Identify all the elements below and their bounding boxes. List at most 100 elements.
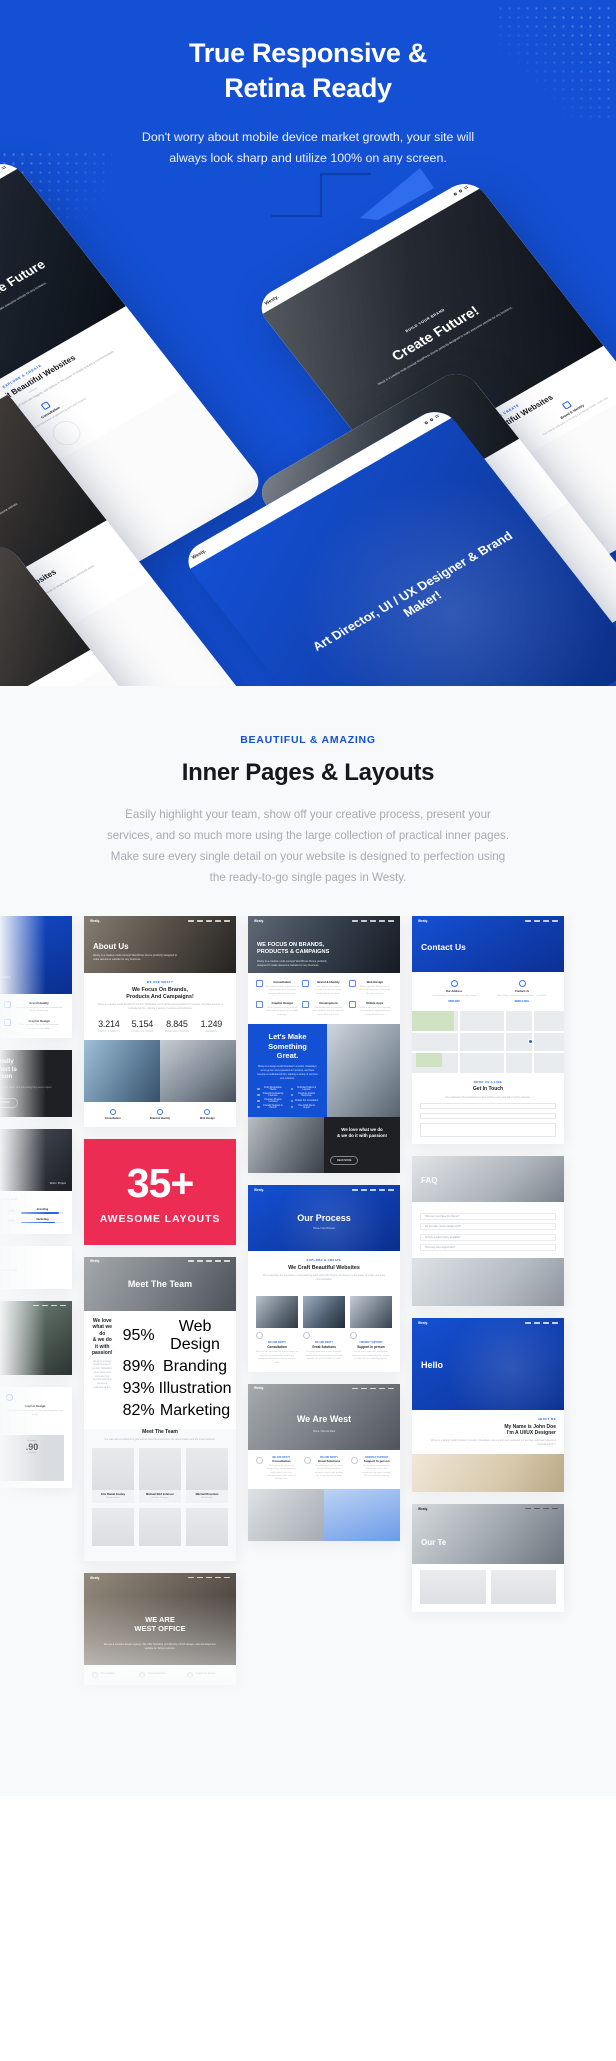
form-input-email[interactable] [420, 1113, 556, 1120]
support-title-line1: Friendly [0, 1059, 14, 1066]
shot-friendly-support[interactable]: Friendly Support Is Person What we under… [0, 1050, 72, 1118]
team-member[interactable] [139, 1508, 181, 1547]
shot-awesome-layouts[interactable]: 35+ AWESOME LAYOUTS [84, 1138, 236, 1245]
map-pin-icon[interactable] [528, 1038, 533, 1044]
read-more-button[interactable]: READ MORE [330, 1156, 359, 1166]
contact-link[interactable]: VIEW MAP [420, 1001, 488, 1003]
hero-title-line-1: True Responsive & [189, 38, 427, 68]
shot-nav[interactable] [33, 1304, 66, 1307]
faq-item[interactable]: Is there a refund policy available? [420, 1233, 556, 1241]
cart-icon[interactable] [458, 189, 463, 193]
shot-pride[interactable]: We Do It With Pride! We Do It With Pride… [0, 1246, 72, 1290]
shot-contact-us[interactable]: Westy. Contact Us Our Address Lorem Buil… [412, 916, 564, 1145]
team-member[interactable]: Michael Bird Johnson Graphic Designer [139, 1448, 181, 1504]
shot-faq[interactable]: FAQ How can I purchase this theme? Do yo… [412, 1156, 564, 1307]
form-textarea-message[interactable] [420, 1123, 556, 1138]
service-item[interactable]: WE ARE WESTY Consultation We let all we … [256, 1456, 297, 1482]
service-item[interactable]: Brand & Identity Your step by step guide… [302, 980, 344, 996]
service-title: Development [319, 1001, 338, 1006]
feature-item: One Click Demo Import [291, 1105, 319, 1109]
service-item[interactable]: Graphic Design What separates Westy from… [256, 1001, 298, 1017]
process-step[interactable]: WE ARE WESTY Consultation We let all we … [256, 1296, 298, 1365]
service-item[interactable]: Mobile Apps Create a new look with aweso… [348, 1001, 391, 1017]
service-item[interactable]: Graphic Design What separates Westy from… [4, 1018, 64, 1032]
shot-west-agency[interactable]: WEST AGENCY Westy is a creative multi-co… [0, 916, 72, 1039]
contact-link[interactable]: SEND A MAIL [488, 1001, 556, 1003]
shot-about-us[interactable]: Westy. About Us Westy is a creative mult… [84, 916, 236, 1127]
contact-item[interactable]: Our Address Lorem Building, 2 Rusted St,… [420, 980, 488, 1003]
shot-we-focus-on-brands[interactable]: Westy. WE FOCUS ON BRANDS, PRODUCTS & CA… [248, 916, 400, 1174]
shot-nav[interactable] [525, 1507, 558, 1510]
shot-we-are-west[interactable]: Westy. We Are West Home / We Are West WE… [248, 1383, 400, 1541]
shot-nav[interactable] [525, 920, 558, 922]
shot-nav[interactable] [188, 1260, 230, 1262]
service-item[interactable]: Support In person [186, 1672, 228, 1679]
service-item[interactable]: Brand Identity Your step by step guide t… [4, 1001, 64, 1014]
menu-icon[interactable] [434, 414, 440, 419]
counter-item: 1.249 AWARDS [201, 1019, 223, 1033]
shot-breadcrumb: Home / Our Process [313, 1227, 335, 1231]
shot-workspace[interactable]: Westy. [0, 1301, 72, 1376]
cta-title-line2: Something [268, 1041, 307, 1051]
feature-item: Unlimited Colors & Layouts [291, 1087, 319, 1091]
service-item[interactable]: Great Solutions [139, 1672, 180, 1679]
service-item[interactable]: Graphic Design What separates Westy from… [6, 1394, 64, 1417]
hero-section: True Responsive & Retina Ready Don't wor… [0, 0, 616, 686]
shot-nav[interactable] [352, 920, 394, 922]
section-description-line-3: Make sure every single detail on your we… [110, 850, 506, 864]
shot-hero: Westy. About Us Westy is a creative mult… [84, 916, 236, 974]
team-member[interactable]: Mitchell Roseman Art Director [186, 1448, 228, 1504]
faq-item[interactable]: How can I purchase this theme? [420, 1212, 556, 1220]
faq-item[interactable]: How long does support last? [420, 1244, 556, 1252]
team-member[interactable]: Kris Daniel Gooley Brand Leader [92, 1448, 134, 1504]
team-member[interactable] [92, 1508, 134, 1547]
service-desc: What separates Westy from all other web … [19, 1024, 59, 1030]
service-desc: Your step by step guide to creating a pr… [314, 985, 343, 995]
service-item[interactable]: Web Design [187, 1108, 228, 1120]
service-item[interactable]: Brand & Identity [139, 1108, 180, 1120]
process-step[interactable]: FRIENDLY SUPPORT Support In person It's … [350, 1296, 392, 1365]
layouts-caption: AWESOME LAYOUTS [99, 1212, 221, 1225]
menu-icon[interactable] [463, 185, 469, 191]
shot-we-are-west-office[interactable]: Westy. WE ARE WEST OFFICE We are a creat… [84, 1573, 236, 1686]
search-icon[interactable] [453, 192, 458, 196]
shot-services-icons[interactable]: Web Design What separates Westy from all… [0, 1387, 72, 1489]
service-item[interactable]: Consultation [92, 1672, 133, 1679]
service-item[interactable]: Consultation We understand the importanc… [256, 980, 298, 996]
shot-our-team[interactable]: Westy. Our Te [412, 1504, 564, 1613]
heading-line1: We love what we do [341, 1127, 383, 1133]
service-item[interactable]: Web Design What separates Westy from all… [348, 980, 391, 996]
shot-nav[interactable] [188, 920, 230, 922]
shot-nav[interactable] [188, 1576, 230, 1579]
cart-icon[interactable] [429, 417, 434, 422]
shot-nav[interactable] [352, 1387, 394, 1390]
team-member[interactable] [490, 1570, 556, 1605]
device-home-button[interactable] [46, 415, 86, 450]
faq-item[interactable]: Do you offer custom design work? [420, 1223, 556, 1231]
form-input-name[interactable] [420, 1103, 556, 1110]
team-member[interactable] [420, 1570, 486, 1605]
service-item[interactable]: Development We develop and we innovate n… [302, 1001, 344, 1017]
read-more-button[interactable]: READ MORE [0, 1097, 18, 1108]
map-green-area [412, 1010, 454, 1033]
skill-value: 80% [8, 1218, 15, 1223]
shot-portfolio[interactable]: Work / Project Westy is a design studio … [0, 1129, 72, 1235]
shot-meet-the-team[interactable]: Westy. Meet The Team We love what we do … [84, 1256, 236, 1562]
contact-map[interactable] [412, 1010, 564, 1073]
service-item[interactable]: WE ARE WESTY Great Solutions Providing g… [303, 1456, 345, 1482]
shot-nav[interactable] [525, 1322, 558, 1324]
team-member[interactable] [186, 1508, 228, 1547]
service-item[interactable]: Consultation [92, 1108, 133, 1120]
cta-title-line3: Great. [276, 1050, 299, 1060]
contact-item[interactable]: Contact Us Main Office : hello@westy.com… [488, 980, 556, 1003]
cart-icon[interactable] [0, 169, 1, 174]
shot-hello[interactable]: Westy. Hello ABOUT ME My Name is John Do… [412, 1318, 564, 1493]
search-icon[interactable] [424, 420, 429, 425]
shot-nav[interactable] [352, 1188, 394, 1191]
shot-our-process[interactable]: Westy. Our Process Home / Our Process EX… [248, 1185, 400, 1372]
shot-body: WE ARE WESTY We Focus On Brands, Product… [84, 973, 236, 1040]
process-step[interactable]: WE ARE WESTY Great Solutions Providing g… [303, 1296, 345, 1365]
heading-line2: & we do it with passion! [92, 1337, 113, 1357]
member-photo [92, 1508, 134, 1547]
service-item[interactable]: FRIENDLY SUPPORT Support In person It's … [351, 1456, 392, 1482]
